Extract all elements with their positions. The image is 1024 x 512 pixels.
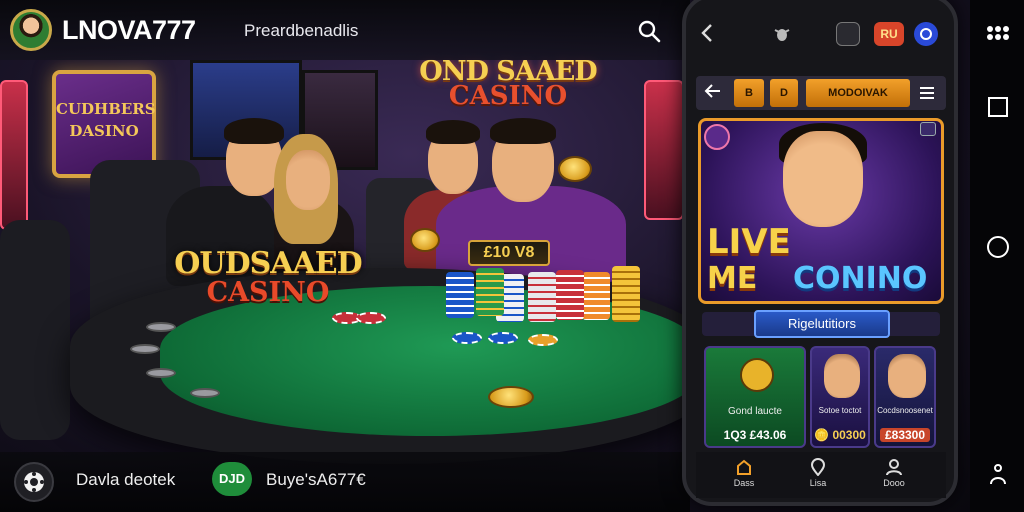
- promo-banner[interactable]: LIVE ME CONINO: [698, 118, 944, 304]
- bet-badge: £10 V8: [468, 240, 550, 266]
- cup-holder-1: [146, 322, 176, 332]
- bottom-left-label[interactable]: Davla deotek: [76, 470, 175, 490]
- hero-title: OND SAAED CASINO: [418, 56, 598, 111]
- cup-holder-3: [146, 368, 176, 378]
- bug-icon[interactable]: [772, 24, 792, 44]
- chip-stack-red: [528, 272, 556, 322]
- rewards-icon[interactable]: RU: [874, 22, 904, 46]
- promo-corner-icon[interactable]: [920, 122, 936, 136]
- tab-home-label: Dass: [733, 478, 755, 488]
- nav-tab-2[interactable]: D: [770, 79, 798, 107]
- promo-line1: LIVE: [707, 222, 791, 262]
- brand-title: LNOVA777: [62, 15, 196, 45]
- menu-icon[interactable]: [918, 84, 936, 102]
- home-icon: [737, 459, 751, 475]
- card-1-emblem-icon: [740, 358, 774, 392]
- search-icon[interactable]: [637, 19, 661, 43]
- nav-tab-3-label: MODOIVAK: [828, 87, 888, 99]
- chip-loose-5: [356, 312, 386, 324]
- tab-profile[interactable]: Dooo: [874, 458, 914, 488]
- promo-badge-icon: [704, 124, 730, 150]
- header-subtitle: Preardbenadlis: [244, 21, 359, 40]
- chip-stack-blue: [446, 272, 474, 318]
- wall-sign-line2: DASINO: [69, 122, 139, 140]
- slot-machine-left: [0, 80, 28, 230]
- card-3-value: £83300: [880, 428, 930, 442]
- nav-back-icon[interactable]: [704, 82, 722, 106]
- nav-tab-1[interactable]: B: [734, 79, 764, 107]
- tab-home[interactable]: Dass: [724, 458, 764, 488]
- tab-location[interactable]: Lisa: [798, 458, 838, 488]
- chip-stack-red2: [556, 270, 584, 320]
- doc-icon[interactable]: [836, 22, 860, 46]
- chip-loose-1: [452, 332, 482, 344]
- nav-tab-3[interactable]: MODOIVAK: [806, 79, 910, 107]
- card-3-label: Cocdsnoosenet: [877, 406, 933, 415]
- gold-coin-hand-left: [410, 228, 440, 252]
- promo-host-face: [783, 131, 863, 227]
- tab-location-label: Lisa: [809, 478, 827, 488]
- chip-loose-3: [528, 334, 558, 346]
- card-1-label: Gond laucte: [728, 406, 782, 417]
- wall-sign-line1: CUDHBERS: [56, 100, 156, 118]
- card-2-value: 🪙 00300: [814, 428, 866, 442]
- slot-machine-right: [644, 80, 684, 220]
- chair-left: [0, 220, 70, 440]
- card-2-avatar: [824, 354, 860, 398]
- accessibility-icon[interactable]: [985, 462, 1011, 488]
- chip-loose-2: [488, 332, 518, 344]
- profile-icon: [886, 459, 902, 476]
- section-title[interactable]: Rigelutitiors: [754, 310, 890, 338]
- cup-holder-4: [190, 388, 220, 398]
- screen: CUDHBERS DASINO OND SAAED CASINO OUDSAAE…: [0, 0, 1024, 512]
- gold-coin-hand-right: [558, 156, 592, 182]
- game-card-3[interactable]: Cocdsnoosenet £83300: [874, 346, 936, 448]
- tab-profile-label: Dooo: [883, 478, 905, 488]
- cup-holder-2: [130, 344, 160, 354]
- chat-icon[interactable]: [914, 22, 938, 46]
- apps-grid-icon[interactable]: [985, 20, 1011, 46]
- chip-stack-green: [476, 268, 504, 316]
- gold-coin-table: [488, 386, 534, 408]
- table-logo-line2: CASINO: [206, 277, 330, 308]
- card-1-value: 1Q3 £43.06: [723, 428, 787, 442]
- table-logo: OUDSAAED CASINO: [166, 246, 370, 308]
- chip-stack-orange: [582, 272, 610, 320]
- user-avatar-icon[interactable]: [10, 9, 52, 51]
- bottom-chip-badge[interactable]: DJD: [212, 462, 252, 496]
- bottom-right-label[interactable]: Buye'sA677€: [266, 470, 366, 490]
- game-card-2[interactable]: Sotoe toctot 🪙 00300: [810, 346, 870, 448]
- game-card-1[interactable]: Gond laucte 1Q3 £43.06: [704, 346, 806, 448]
- home-circle-icon[interactable]: [985, 234, 1011, 260]
- chip-stack-gold: [612, 266, 640, 322]
- card-2-label: Sotoe toctot: [818, 406, 862, 415]
- phone-back-icon[interactable]: [700, 22, 714, 50]
- promo-line2: ME: [707, 261, 758, 296]
- card-3-avatar: [888, 354, 926, 398]
- poker-chip-icon[interactable]: [14, 462, 54, 502]
- promo-line3: CONINO: [793, 261, 928, 296]
- recents-square-icon[interactable]: [985, 94, 1011, 120]
- location-icon: [810, 458, 826, 476]
- table-logo-line1: OUDSAAED: [174, 246, 362, 281]
